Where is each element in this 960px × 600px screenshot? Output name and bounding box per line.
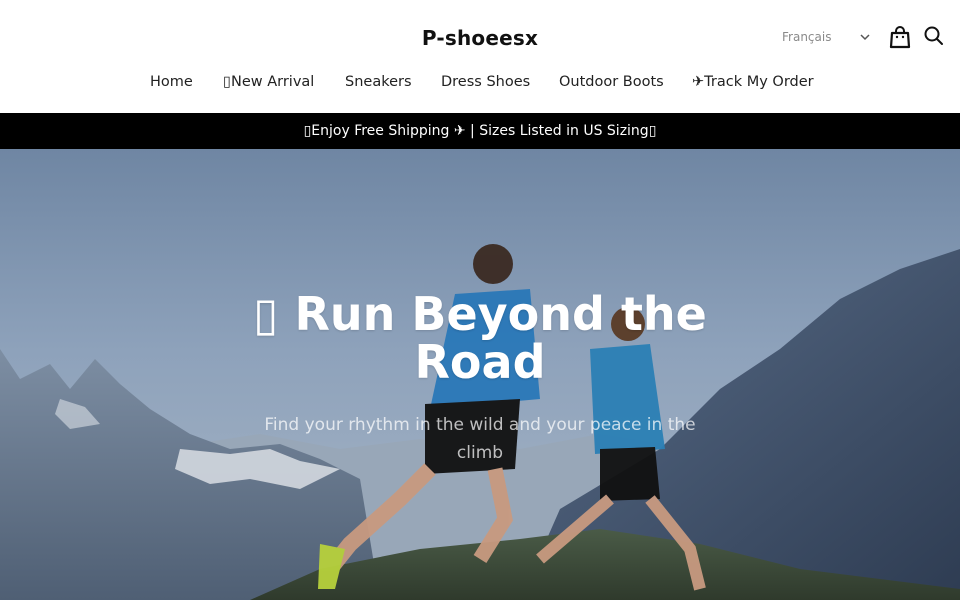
language-selector[interactable]: Français <box>770 26 878 50</box>
announcement-glyph: ▯ <box>303 123 312 139</box>
hero-banner[interactable]: ▯ Run Beyond the Road Find your rhythm i… <box>0 149 960 600</box>
announcement-glyph: ▯ <box>648 123 657 139</box>
site-header: P-shoeesx Français Home ▯New Arrival Sne… <box>0 0 960 112</box>
search-icon[interactable] <box>923 25 945 47</box>
chevron-down-icon <box>860 34 870 41</box>
main-nav: Home ▯New Arrival Sneakers Dress Shoes O… <box>0 74 960 98</box>
hero-title-text: Run Beyond the Road <box>294 287 707 389</box>
hero-subtitle: Find your rhythm in the wild and your pe… <box>264 415 696 463</box>
nav-sneakers[interactable]: Sneakers <box>345 74 412 90</box>
nav-outdoor-boots[interactable]: Outdoor Boots <box>559 74 664 90</box>
announcement-text: Enjoy Free Shipping ✈ | Sizes Listed in … <box>311 123 649 139</box>
shopping-bag-icon[interactable] <box>889 25 911 49</box>
language-selected: Français <box>782 30 832 44</box>
hero-title-glyph: ▯ <box>253 287 279 341</box>
hero-title: ▯ Run Beyond the Road <box>230 290 730 386</box>
announcement-bar: ▯ Enjoy Free Shipping ✈ | Sizes Listed in… <box>0 113 960 149</box>
nav-new-arrival[interactable]: ▯New Arrival <box>223 74 314 90</box>
nav-dress-shoes[interactable]: Dress Shoes <box>441 74 530 90</box>
nav-track-my-order[interactable]: ✈Track My Order <box>692 74 814 90</box>
nav-home[interactable]: Home <box>150 74 193 90</box>
